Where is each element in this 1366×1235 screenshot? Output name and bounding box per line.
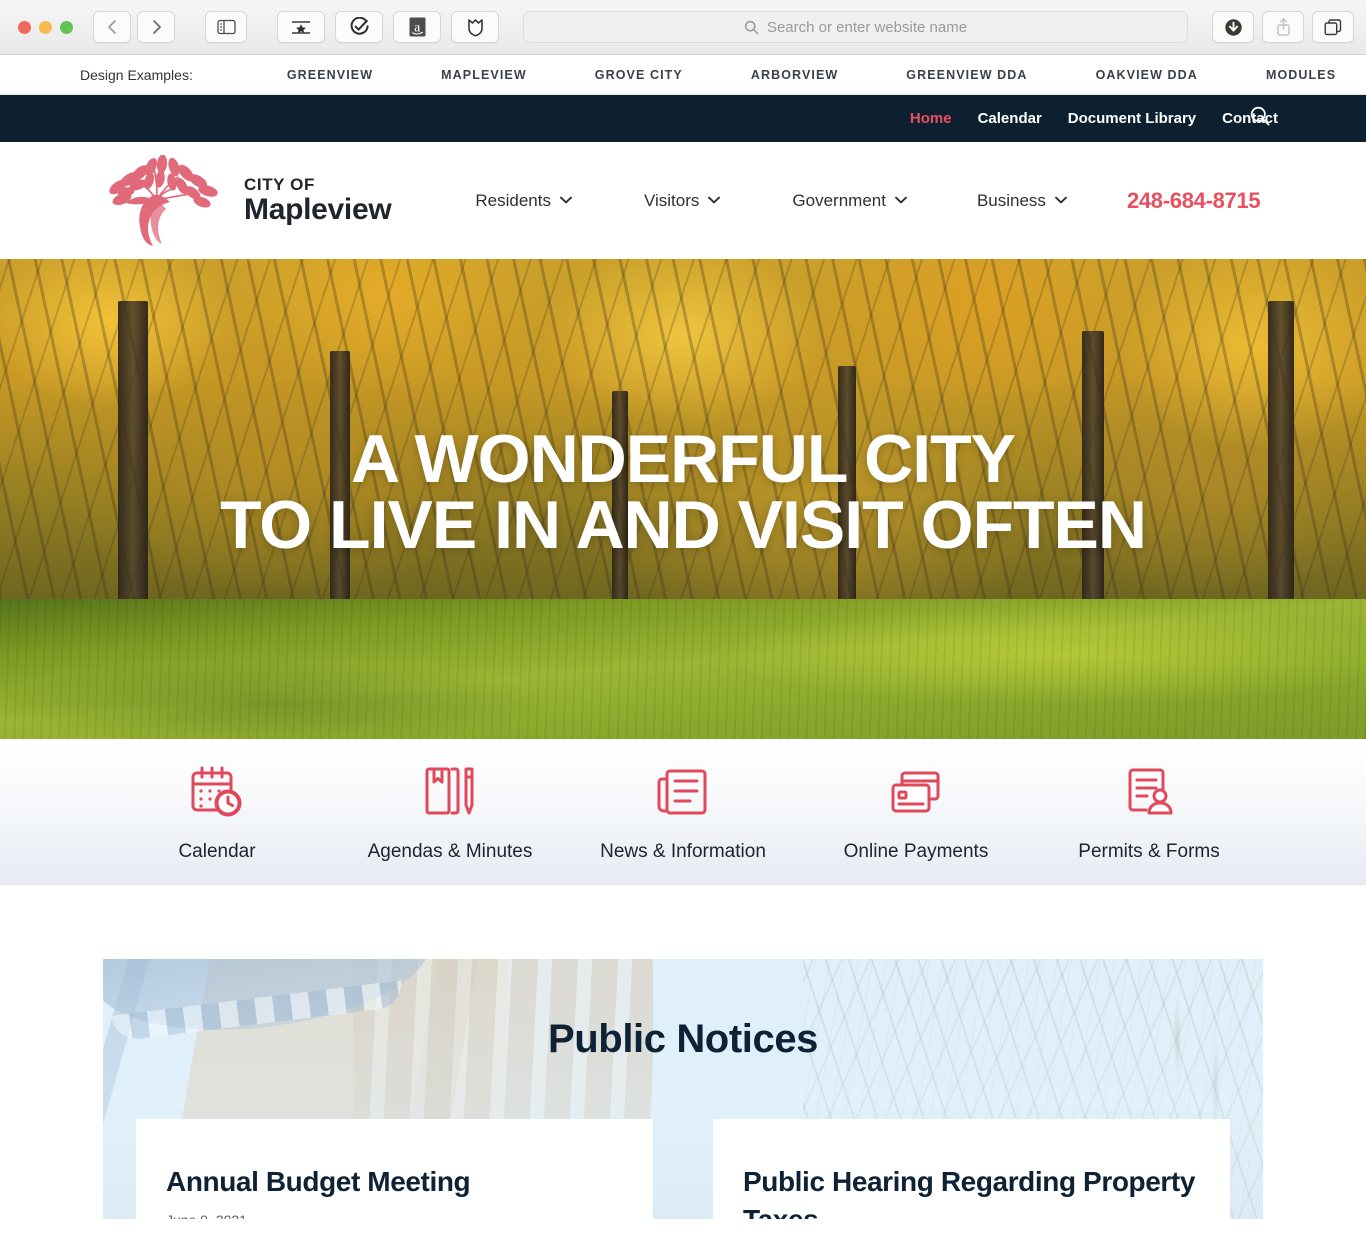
search-icon xyxy=(744,20,759,35)
quick-link-calendar[interactable]: Calendar xyxy=(101,761,334,863)
quick-link-agendas-minutes[interactable]: Agendas & Minutes xyxy=(334,761,567,863)
bookmark-greenview-dda[interactable]: GREENVIEW DDA xyxy=(872,68,1061,82)
nav-government[interactable]: Government xyxy=(792,191,977,211)
nav-visitors-label: Visitors xyxy=(644,191,699,211)
bookmark-modules[interactable]: MODULES xyxy=(1232,68,1366,82)
notice-card[interactable]: Annual Budget Meeting June 9, 2021 xyxy=(136,1119,653,1219)
zoom-window-button[interactable] xyxy=(60,21,73,34)
nav-business[interactable]: Business xyxy=(977,191,1127,211)
back-button[interactable] xyxy=(93,11,131,43)
permit-person-icon xyxy=(1120,761,1178,823)
bookmark-greenview[interactable]: GREENVIEW xyxy=(253,68,407,82)
topnav-calendar[interactable]: Calendar xyxy=(978,110,1042,127)
downloads-icon[interactable] xyxy=(1212,11,1254,43)
hero-headline: A WONDERFUL CITY TO LIVE IN AND VISIT OF… xyxy=(0,427,1366,559)
public-notices-title: Public Notices xyxy=(103,959,1263,1062)
nav-government-label: Government xyxy=(792,191,886,211)
quick-link-news-information[interactable]: News & Information xyxy=(567,761,800,863)
bookmark-arborview[interactable]: ARBORVIEW xyxy=(717,68,872,82)
chevron-down-icon xyxy=(708,195,720,207)
site-search-icon[interactable] xyxy=(1249,105,1271,132)
share-icon[interactable] xyxy=(1262,11,1304,43)
chevron-down-icon xyxy=(560,195,572,207)
topnav-home[interactable]: Home xyxy=(910,110,952,127)
toolbar-right-group xyxy=(1212,11,1354,43)
primary-navigation: Residents Visitors Government Business 2… xyxy=(475,188,1260,214)
public-notices-panel: Public Notices Annual Budget Meeting Jun… xyxy=(103,959,1263,1219)
hero-headline-line-1: A WONDERFUL CITY xyxy=(0,427,1366,493)
quick-link-permits-forms-label: Permits & Forms xyxy=(1078,841,1219,863)
notice-card-date: June 9, 2021 xyxy=(166,1212,623,1219)
reading-list-icon[interactable] xyxy=(277,11,325,43)
amazon-icon[interactable]: a xyxy=(393,11,441,43)
topnav-document-library[interactable]: Document Library xyxy=(1068,110,1196,127)
hero-banner: A WONDERFUL CITY TO LIVE IN AND VISIT OF… xyxy=(0,259,1366,739)
logo-eyebrow: CITY OF xyxy=(244,176,391,193)
bookmark-grove-city[interactable]: GROVE CITY xyxy=(561,68,717,82)
public-notices-section: Public Notices Annual Budget Meeting Jun… xyxy=(0,885,1366,1219)
hero-headline-line-2: TO LIVE IN AND VISIT OFTEN xyxy=(0,493,1366,559)
quick-links-bar: Calendar Agendas & Minutes News & Inform xyxy=(0,739,1366,885)
chevron-down-icon xyxy=(1055,195,1067,207)
sidebar-icon[interactable] xyxy=(205,11,247,43)
tab-overview-icon[interactable] xyxy=(1312,11,1354,43)
bookmarks-label: Design Examples: xyxy=(80,67,193,83)
logo-name: Mapleview xyxy=(244,195,391,225)
calendar-clock-icon xyxy=(188,761,246,823)
header-phone-link[interactable]: 248-684-8715 xyxy=(1127,188,1260,214)
navigation-buttons xyxy=(93,11,175,43)
public-notices-card-list: Annual Budget Meeting June 9, 2021 Publi… xyxy=(136,1119,1230,1219)
quick-link-news-information-label: News & Information xyxy=(600,841,766,863)
maple-tree-icon xyxy=(96,155,246,247)
search-input[interactable]: Search or enter website name xyxy=(523,11,1188,43)
quick-link-online-payments-label: Online Payments xyxy=(844,841,989,863)
hero-lawn xyxy=(0,599,1366,739)
minimize-window-button[interactable] xyxy=(39,21,52,34)
nav-business-label: Business xyxy=(977,191,1046,211)
bookmark-oakview-dda[interactable]: OAKVIEW DDA xyxy=(1062,68,1232,82)
site-logo[interactable]: CITY OF Mapleview xyxy=(96,155,391,247)
forward-button[interactable] xyxy=(137,11,175,43)
nav-residents-label: Residents xyxy=(475,191,551,211)
site-utility-navbar: Home Calendar Document Library Contact xyxy=(0,95,1366,142)
close-window-button[interactable] xyxy=(18,21,31,34)
logo-wordmark: CITY OF Mapleview xyxy=(244,176,391,225)
quick-link-permits-forms[interactable]: Permits & Forms xyxy=(1033,761,1266,863)
site-header: CITY OF Mapleview Residents Visitors Gov… xyxy=(0,142,1366,259)
nav-visitors[interactable]: Visitors xyxy=(644,191,792,211)
shield-icon[interactable] xyxy=(451,11,499,43)
credit-cards-icon xyxy=(887,761,945,823)
window-traffic-lights xyxy=(12,21,83,34)
browser-toolbar: a Search or enter website name xyxy=(0,0,1366,55)
quick-link-online-payments[interactable]: Online Payments xyxy=(800,761,1033,863)
notice-card-title: Annual Budget Meeting xyxy=(166,1163,623,1201)
bookmark-mapleview[interactable]: MAPLEVIEW xyxy=(407,68,561,82)
notebook-pencil-icon xyxy=(421,761,479,823)
chevron-down-icon xyxy=(895,195,907,207)
notice-card[interactable]: Public Hearing Regarding Property Taxes xyxy=(713,1119,1230,1219)
nav-residents[interactable]: Residents xyxy=(475,191,644,211)
newspaper-icon xyxy=(654,761,712,823)
todoist-icon[interactable] xyxy=(335,11,383,43)
bookmarks-bar: Design Examples: GREENVIEW MAPLEVIEW GRO… xyxy=(0,55,1366,95)
search-placeholder: Search or enter website name xyxy=(767,19,967,36)
quick-link-calendar-label: Calendar xyxy=(178,841,255,863)
notice-card-title: Public Hearing Regarding Property Taxes xyxy=(743,1163,1200,1219)
quick-link-agendas-minutes-label: Agendas & Minutes xyxy=(368,841,533,863)
